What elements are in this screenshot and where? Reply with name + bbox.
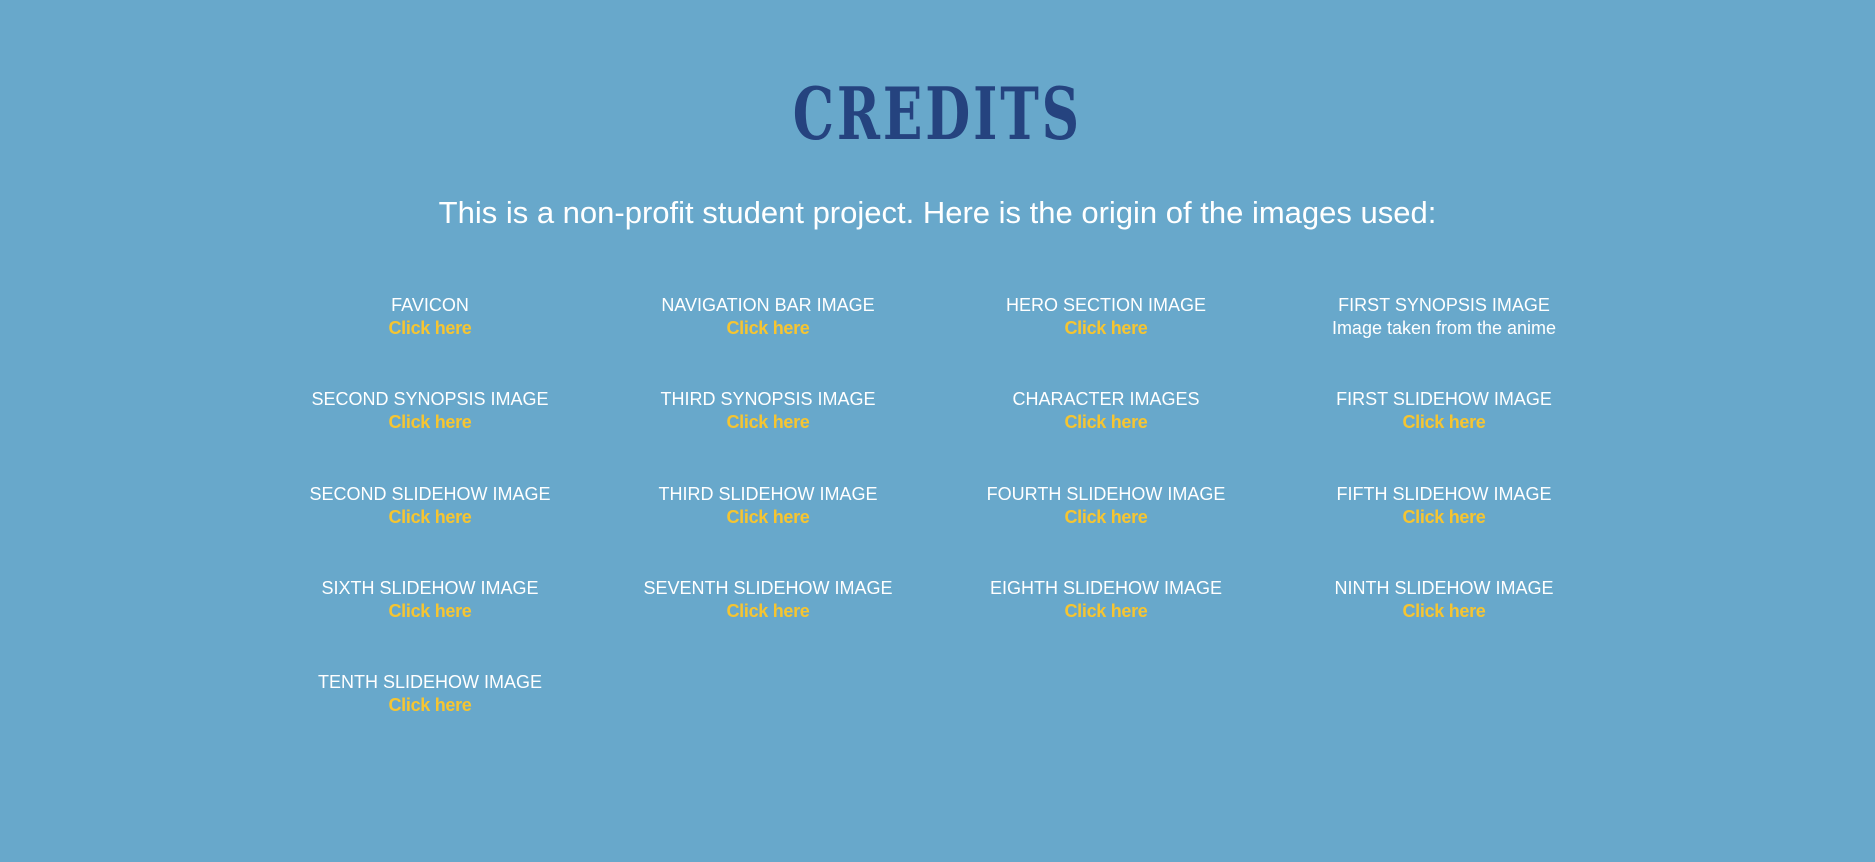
credit-link[interactable]: Click here — [1064, 317, 1147, 340]
credit-item: TENTH SLIDEHOW IMAGE Click here — [261, 671, 599, 765]
credit-link[interactable]: Click here — [1402, 411, 1485, 434]
credit-link[interactable]: Click here — [1064, 506, 1147, 529]
credit-item: THIRD SLIDEHOW IMAGE Click here — [599, 483, 937, 577]
credit-item: SEVENTH SLIDEHOW IMAGE Click here — [599, 577, 937, 671]
credit-link[interactable]: Click here — [726, 506, 809, 529]
credit-item: SIXTH SLIDEHOW IMAGE Click here — [261, 577, 599, 671]
credit-title: SEVENTH SLIDEHOW IMAGE — [643, 577, 893, 598]
credit-note: Image taken from the anime — [1331, 318, 1557, 338]
credits-page: CREDITS This is a non-profit student pro… — [0, 0, 1875, 862]
credit-title: HERO SECTION IMAGE — [1005, 295, 1207, 315]
credit-item: HERO SECTION IMAGE Click here — [937, 294, 1275, 388]
credit-item: FIRST SLIDEHOW IMAGE Click here — [1275, 388, 1613, 482]
credit-item: NAVIGATION BAR IMAGE Click here — [599, 294, 937, 388]
credit-link[interactable]: Click here — [388, 411, 471, 434]
credit-title: CHARACTER IMAGES — [1012, 389, 1200, 410]
credit-link[interactable]: Click here — [1402, 600, 1485, 623]
credit-item: THIRD SYNOPSIS IMAGE Click here — [599, 388, 937, 482]
credit-title: TENTH SLIDEHOW IMAGE — [317, 672, 542, 693]
credit-item: FAVICON Click here — [261, 294, 599, 388]
credit-link[interactable]: Click here — [388, 506, 471, 529]
credit-item: NINTH SLIDEHOW IMAGE Click here — [1275, 577, 1613, 671]
intro-text: This is a non-profit student project. He… — [438, 195, 1437, 230]
credits-grid: FAVICON Click here NAVIGATION BAR IMAGE … — [261, 294, 1614, 765]
credit-title: THIRD SYNOPSIS IMAGE — [660, 389, 876, 410]
credit-item: FIRST SYNOPSIS IMAGE Image taken from th… — [1275, 294, 1613, 388]
credit-title: THIRD SLIDEHOW IMAGE — [658, 483, 878, 504]
credit-title: SECOND SLIDEHOW IMAGE — [309, 483, 551, 504]
credit-title: NINTH SLIDEHOW IMAGE — [1334, 577, 1554, 598]
credit-item: SECOND SYNOPSIS IMAGE Click here — [261, 388, 599, 482]
credit-item: CHARACTER IMAGES Click here — [937, 388, 1275, 482]
credit-link[interactable]: Click here — [388, 317, 471, 340]
credit-link[interactable]: Click here — [388, 600, 471, 623]
credit-title: FOURTH SLIDEHOW IMAGE — [986, 483, 1226, 504]
credit-title: SECOND SYNOPSIS IMAGE — [311, 389, 549, 410]
credit-link[interactable]: Click here — [1402, 506, 1485, 529]
credit-link[interactable]: Click here — [726, 317, 809, 340]
credit-item: FOURTH SLIDEHOW IMAGE Click here — [937, 483, 1275, 577]
credit-title: FIRST SYNOPSIS IMAGE — [1338, 295, 1550, 315]
credit-link[interactable]: Click here — [388, 694, 471, 717]
credit-title: FIRST SLIDEHOW IMAGE — [1336, 389, 1552, 410]
credit-link[interactable]: Click here — [1064, 600, 1147, 623]
credit-link[interactable]: Click here — [1064, 411, 1147, 434]
credit-title: EIGHTH SLIDEHOW IMAGE — [989, 577, 1223, 598]
credit-item: EIGHTH SLIDEHOW IMAGE Click here — [937, 577, 1275, 671]
credit-title: NAVIGATION BAR IMAGE — [661, 295, 875, 315]
credit-link[interactable]: Click here — [726, 411, 809, 434]
credits-logo: CREDITS — [792, 71, 1082, 156]
credit-title: SIXTH SLIDEHOW IMAGE — [321, 577, 539, 598]
credit-link[interactable]: Click here — [726, 600, 809, 623]
credit-title: FAVICON — [391, 295, 469, 315]
credit-title: FIFTH SLIDEHOW IMAGE — [1336, 483, 1552, 504]
credit-item: FIFTH SLIDEHOW IMAGE Click here — [1275, 483, 1613, 577]
credit-item: SECOND SLIDEHOW IMAGE Click here — [261, 483, 599, 577]
